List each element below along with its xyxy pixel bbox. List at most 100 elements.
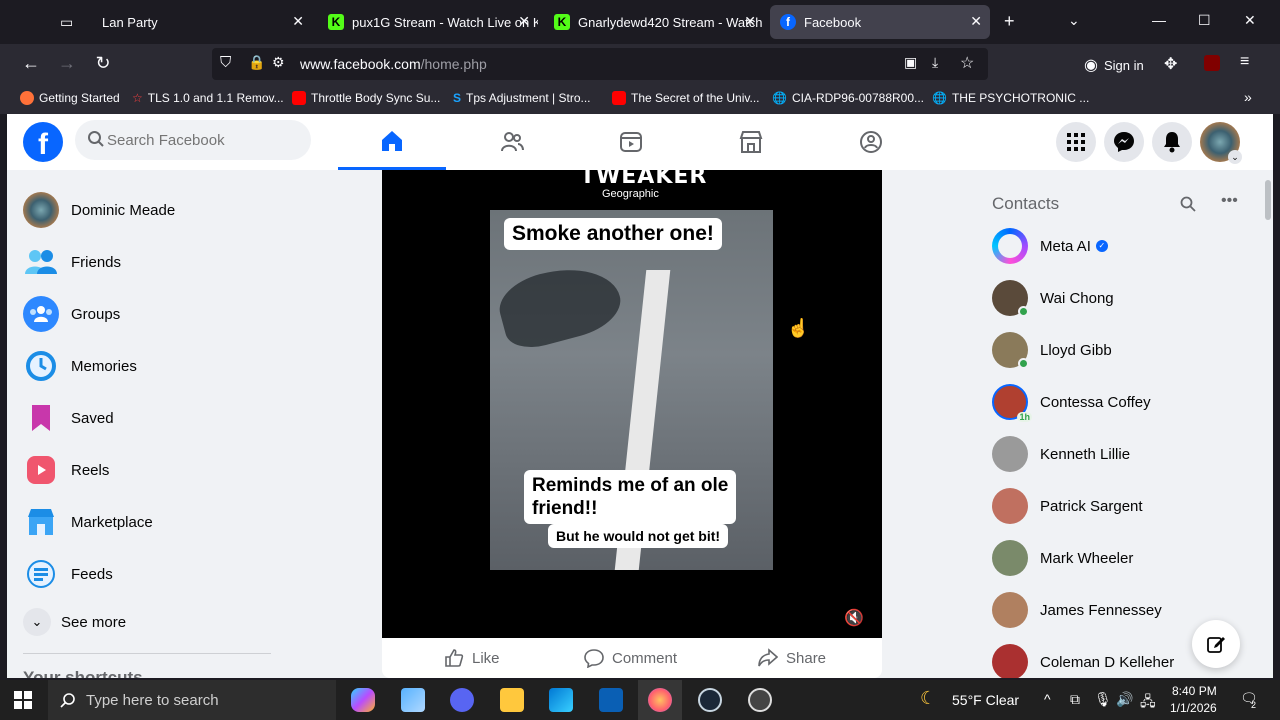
minimize-icon[interactable]: — bbox=[1152, 12, 1166, 28]
contact-meta-ai[interactable]: Meta AI ✓ bbox=[992, 224, 1108, 268]
forward-icon[interactable]: → bbox=[56, 53, 78, 74]
nav-video-tab[interactable] bbox=[577, 114, 685, 170]
url-bar[interactable]: ⛉ 🔒 ⚙ www.facebook.com/home.php ▣ ⤓ ☆ bbox=[212, 48, 988, 80]
scrollbar[interactable] bbox=[1263, 170, 1273, 678]
menu-button[interactable] bbox=[1056, 122, 1096, 162]
contact-row[interactable]: Patrick Sargent bbox=[992, 484, 1143, 528]
comment-button[interactable]: Comment bbox=[584, 648, 677, 668]
sign-in-button[interactable]: ◉ Sign in bbox=[1084, 55, 1144, 75]
sidebar-item-feeds[interactable]: Feeds bbox=[23, 550, 113, 598]
nav-groups-tab[interactable] bbox=[817, 114, 925, 170]
nav-home-tab[interactable] bbox=[338, 114, 446, 170]
account-icon: ◉ bbox=[1084, 57, 1098, 74]
share-icon bbox=[758, 648, 778, 667]
contact-row[interactable]: Mark Wheeler bbox=[992, 536, 1133, 580]
contact-row[interactable]: Coleman D Kelleher bbox=[992, 640, 1174, 678]
facebook-logo-icon[interactable]: f bbox=[23, 122, 63, 162]
bookmark-throttle[interactable]: Throttle Body Sync Su... bbox=[292, 91, 440, 105]
facebook-search[interactable] bbox=[75, 120, 311, 160]
extensions-icon[interactable]: ✥ bbox=[1164, 54, 1177, 74]
contact-row[interactable]: 1h Contessa Coffey bbox=[992, 380, 1151, 424]
back-icon[interactable]: ← bbox=[20, 53, 42, 74]
more-options-icon[interactable]: ••• bbox=[1221, 192, 1238, 210]
search-icon[interactable] bbox=[1180, 196, 1196, 212]
file-explorer-icon[interactable] bbox=[500, 688, 524, 712]
microphone-icon[interactable]: 🎙 bbox=[1094, 691, 1112, 708]
tab-facebook[interactable]: f Facebook ✕ bbox=[770, 5, 990, 39]
reload-icon[interactable]: ↻ bbox=[92, 53, 114, 74]
contact-row[interactable]: Kenneth Lillie bbox=[992, 432, 1130, 476]
nav-marketplace-tab[interactable] bbox=[697, 114, 805, 170]
new-tab-icon[interactable]: + bbox=[1004, 11, 1015, 32]
bookmark-getting-started[interactable]: Getting Started bbox=[20, 91, 120, 105]
more-bookmarks-icon[interactable]: » bbox=[1244, 89, 1252, 105]
firefox-icon bbox=[20, 91, 34, 105]
nav-friends-tab[interactable] bbox=[458, 114, 566, 170]
task-view-icon[interactable] bbox=[401, 688, 425, 712]
outlook-icon[interactable] bbox=[599, 688, 623, 712]
bookmark-tls[interactable]: ☆ TLS 1.0 and 1.1 Remov... bbox=[132, 91, 284, 105]
new-message-button[interactable] bbox=[1192, 620, 1240, 668]
tab-pux1g-stream[interactable]: K pux1G Stream - Watch Live on K ✕ bbox=[318, 5, 538, 39]
close-icon[interactable]: ✕ bbox=[518, 13, 530, 30]
taskbar-search[interactable]: Type here to search bbox=[48, 680, 336, 720]
messenger-button[interactable] bbox=[1104, 122, 1144, 162]
like-button[interactable]: Like bbox=[444, 648, 500, 668]
network-icon[interactable]: 🖧 bbox=[1140, 691, 1156, 715]
steam-icon[interactable] bbox=[698, 688, 722, 712]
tab-overview-icon[interactable]: ▭ bbox=[60, 14, 73, 31]
bookmark-psychotronic[interactable]: 🌐 THE PSYCHOTRONIC ... bbox=[932, 91, 1089, 105]
contact-row[interactable]: James Fennessey bbox=[992, 588, 1162, 632]
bookmark-tps[interactable]: S Tps Adjustment | Stro... bbox=[453, 91, 591, 105]
discord-icon[interactable] bbox=[450, 688, 474, 712]
close-icon[interactable]: ✕ bbox=[292, 13, 304, 30]
bookmark-secret[interactable]: The Secret of the Univ... bbox=[612, 91, 760, 105]
sidebar-item-profile[interactable]: Dominic Meade bbox=[23, 186, 175, 234]
windows-taskbar: Type here to search ☾ 55°F Clear ^ ⧉ 🎙 🔊… bbox=[0, 680, 1280, 720]
maximize-icon[interactable]: ☐ bbox=[1198, 12, 1211, 29]
window-close-icon[interactable]: ✕ bbox=[1244, 12, 1256, 29]
tray-app-icon[interactable]: ⧉ bbox=[1070, 691, 1080, 708]
close-icon[interactable]: ✕ bbox=[970, 13, 982, 30]
menu-icon[interactable]: ≡ bbox=[1240, 53, 1249, 71]
lock-icon[interactable]: 🔒 bbox=[248, 54, 265, 71]
bookmark-star-icon[interactable]: ☆ bbox=[960, 53, 974, 73]
sidebar-item-memories[interactable]: Memories bbox=[23, 342, 137, 390]
shield-icon[interactable]: ⛉ bbox=[220, 54, 231, 71]
road-shadow bbox=[492, 255, 628, 355]
sidebar-item-saved[interactable]: Saved bbox=[23, 394, 114, 442]
tab-lan-party[interactable]: Lan Party ✕ bbox=[92, 5, 312, 39]
save-page-icon[interactable]: ⤓ bbox=[932, 54, 938, 71]
notifications-button[interactable] bbox=[1152, 122, 1192, 162]
clock-app-icon[interactable] bbox=[748, 688, 772, 712]
scrollbar-thumb[interactable] bbox=[1265, 180, 1271, 220]
close-icon[interactable]: ✕ bbox=[744, 13, 756, 30]
copilot-icon[interactable] bbox=[351, 688, 375, 712]
permissions-icon[interactable]: ⚙ bbox=[272, 54, 285, 71]
video-player[interactable]: TWEAKER Geographic Smoke another one! Re… bbox=[382, 170, 882, 638]
sidebar-item-reels[interactable]: Reels bbox=[23, 446, 109, 494]
sidebar-item-friends[interactable]: Friends bbox=[23, 238, 121, 286]
tab-gnarlydewd-stream[interactable]: K Gnarlydewd420 Stream - Watch ✕ bbox=[544, 5, 764, 39]
microsoft-store-icon[interactable] bbox=[549, 688, 573, 712]
video-frame: Smoke another one! Reminds me of an ole … bbox=[490, 210, 773, 570]
bookmark-cia[interactable]: 🌐 CIA-RDP96-00788R00... bbox=[772, 91, 924, 105]
sidebar-item-groups[interactable]: Groups bbox=[23, 290, 120, 338]
clock-time[interactable]: 8:40 PM bbox=[1172, 684, 1217, 698]
sidebar-item-marketplace[interactable]: Marketplace bbox=[23, 498, 153, 546]
account-avatar[interactable]: ⌄ bbox=[1200, 122, 1242, 164]
see-more-button[interactable]: ⌄ See more bbox=[23, 598, 126, 646]
tab-list-icon[interactable]: ⌄ bbox=[1068, 12, 1080, 29]
search-input[interactable] bbox=[107, 120, 302, 160]
contact-row[interactable]: Wai Chong bbox=[992, 276, 1114, 320]
picture-in-picture-icon[interactable]: ▣ bbox=[904, 54, 917, 71]
windows-start-icon[interactable] bbox=[14, 691, 32, 709]
muted-speaker-icon[interactable]: 🔇 bbox=[844, 608, 864, 628]
clock-date[interactable]: 1/1/2026 bbox=[1170, 701, 1217, 715]
contact-row[interactable]: Lloyd Gibb bbox=[992, 328, 1112, 372]
weather-text[interactable]: 55°F Clear bbox=[952, 692, 1019, 708]
volume-icon[interactable]: 🔊 bbox=[1116, 691, 1133, 708]
ublock-icon[interactable] bbox=[1204, 55, 1220, 71]
tray-chevron-icon[interactable]: ^ bbox=[1044, 691, 1051, 707]
share-button[interactable]: Share bbox=[758, 648, 826, 668]
